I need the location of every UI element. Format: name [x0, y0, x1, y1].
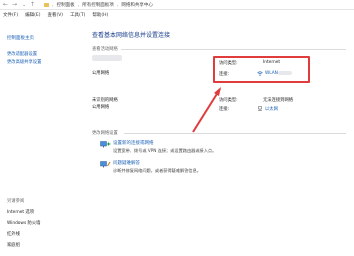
breadcrumb[interactable]: › 控制面板 › 所有控制面板项 › 网络和共享中心 — [44, 1, 153, 9]
menu-help[interactable]: 帮助(H) — [92, 12, 108, 18]
sidebar-link-advanced-sharing[interactable]: 更改高级共享设置 — [7, 59, 41, 65]
menu-view[interactable]: 查看(V) — [47, 12, 63, 18]
sidebar-home-link[interactable]: 控制面板主页 — [7, 35, 34, 41]
troubleshoot-icon — [100, 161, 111, 168]
sidebar-link-internet-options[interactable]: Internet 选项 — [7, 209, 34, 215]
chevron-right-icon: › — [116, 2, 119, 8]
breadcrumb-item[interactable]: 控制面板 — [57, 2, 75, 8]
folder-icon — [44, 3, 49, 7]
divider — [124, 133, 346, 134]
chevron-right-icon: › — [77, 2, 80, 8]
troubleshoot-desc: 诊断并修复网络问题，或者获得疑难解答信息。 — [113, 168, 201, 173]
troubleshoot-link[interactable]: 问题疑难解答 — [113, 160, 140, 166]
sidebar-link-firewall[interactable]: Windows 防火墙 — [7, 220, 40, 226]
new-connection-icon — [100, 141, 111, 148]
sidebar-link-homegroup[interactable]: 家庭组 — [7, 242, 20, 248]
chevron-right-icon: › — [52, 2, 54, 8]
change-settings-heading: 更改网络设置 — [92, 131, 118, 136]
main-content: 查看基本网络信息并设置连接 查看活动网络 公用网络 访问类型: Internet… — [88, 19, 354, 256]
forward-icon[interactable]: → — [12, 1, 17, 9]
sidebar-link-infrared[interactable]: 红外线 — [7, 231, 20, 237]
menu-file[interactable]: 文件(F) — [3, 12, 18, 18]
up-icon[interactable]: ↑ — [30, 1, 35, 9]
breadcrumb-item[interactable]: 所有控制面板项 — [82, 2, 114, 8]
setup-new-connection-link[interactable]: 设置新的连接或网络 — [113, 140, 154, 146]
sidebar-link-adapter-settings[interactable]: 更改适配器设置 — [7, 51, 37, 57]
see-also-heading: 另请参阅 — [7, 199, 25, 204]
menu-tools[interactable]: 工具(T) — [70, 12, 85, 18]
sidebar: 控制面板主页 更改适配器设置 更改高级共享设置 另请参阅 Internet 选项… — [0, 19, 88, 256]
setup-new-connection-desc: 设置宽带、拨号或 VPN 连接；或设置路由器或接入点。 — [113, 148, 217, 153]
menu-edit[interactable]: 编辑(E) — [25, 12, 40, 18]
menu-bar: 文件(F) 编辑(E) 查看(V) 工具(T) 帮助(H) — [0, 11, 354, 19]
red-arrow-annotation — [192, 87, 221, 133]
back-icon[interactable]: ← — [3, 1, 8, 9]
address-bar: ← → ⌄ ↑ › 控制面板 › 所有控制面板项 › 网络和共享中心 — [0, 0, 354, 10]
breadcrumb-item[interactable]: 网络和共享中心 — [121, 2, 153, 8]
chevron-down-icon[interactable]: ⌄ — [22, 1, 26, 9]
